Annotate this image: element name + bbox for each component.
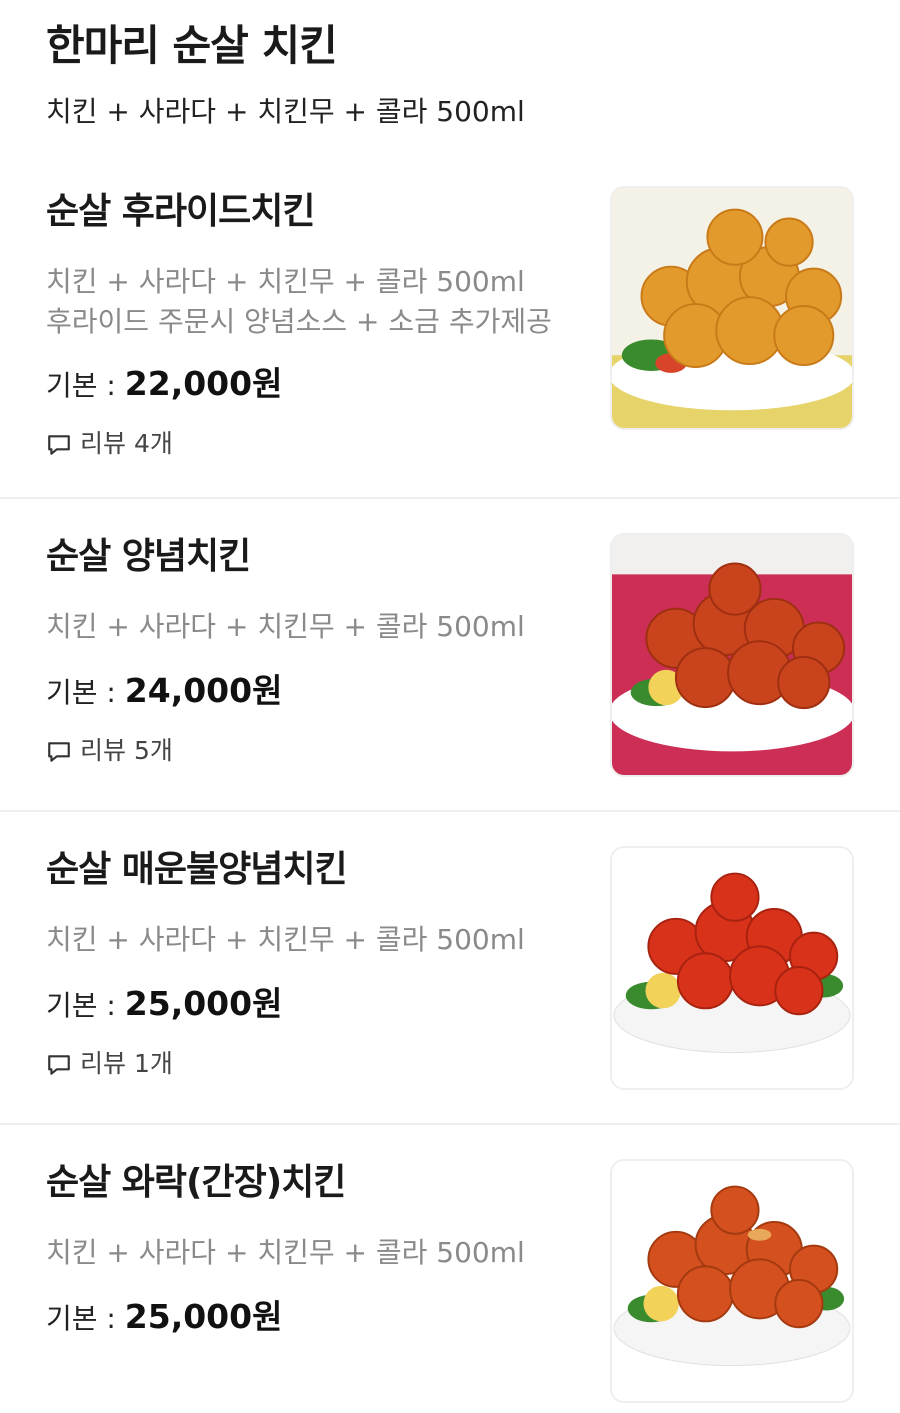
category-subtitle: 치킨 + 사라다 + 치킨무 + 콜라 500ml	[46, 95, 525, 128]
review-count[interactable]: 리뷰 1개	[46, 1048, 173, 1080]
comment-icon	[48, 1055, 70, 1075]
menu-item-name: 순살 양념치킨	[46, 536, 251, 577]
review-count[interactable]: 리뷰 5개	[46, 735, 173, 767]
menu-item-price: 기본 : 25,000원	[46, 984, 283, 1023]
menu-item-name: 순살 매운불양념치킨	[46, 849, 348, 890]
comment-icon	[48, 435, 70, 455]
menu-item-name: 순살 후라이드치킨	[46, 191, 315, 232]
category-title: 한마리 순살 치킨	[46, 21, 338, 70]
fried-chicken-image[interactable]	[610, 186, 854, 430]
menu-item-fried[interactable]: 순살 후라이드치킨 치킨 + 사라다 + 치킨무 + 콜라 500ml 후라이드…	[0, 160, 900, 499]
menu-item-description: 치킨 + 사라다 + 치킨무 + 콜라 500ml	[46, 1236, 525, 1269]
seasoned-chicken-image[interactable]	[610, 533, 854, 777]
menu-item-price: 기본 : 22,000원	[46, 364, 283, 403]
menu-item-description: 치킨 + 사라다 + 치킨무 + 콜라 500ml 후라이드 주문시 양념소스 …	[46, 265, 552, 338]
menu-item-spicy[interactable]: 순살 매운불양념치킨 치킨 + 사라다 + 치킨무 + 콜라 500ml 기본 …	[0, 812, 900, 1125]
comment-icon	[48, 742, 70, 762]
menu-item-price: 기본 : 24,000원	[46, 671, 283, 710]
menu-item-soy[interactable]: 순살 와락(간장)치킨 치킨 + 사라다 + 치킨무 + 콜라 500ml 기본…	[0, 1125, 900, 1413]
menu-item-name: 순살 와락(간장)치킨	[46, 1162, 346, 1203]
review-count[interactable]: 리뷰 4개	[46, 428, 173, 460]
spicy-chicken-image[interactable]	[610, 846, 854, 1090]
menu-item-description: 치킨 + 사라다 + 치킨무 + 콜라 500ml	[46, 923, 525, 956]
menu-item-description: 치킨 + 사라다 + 치킨무 + 콜라 500ml	[46, 610, 525, 643]
menu-item-seasoned[interactable]: 순살 양념치킨 치킨 + 사라다 + 치킨무 + 콜라 500ml 기본 : 2…	[0, 499, 900, 812]
soy-chicken-image[interactable]	[610, 1159, 854, 1403]
menu-category-header: 한마리 순살 치킨 치킨 + 사라다 + 치킨무 + 콜라 500ml	[46, 18, 866, 130]
menu-item-price: 기본 : 25,000원	[46, 1297, 283, 1336]
